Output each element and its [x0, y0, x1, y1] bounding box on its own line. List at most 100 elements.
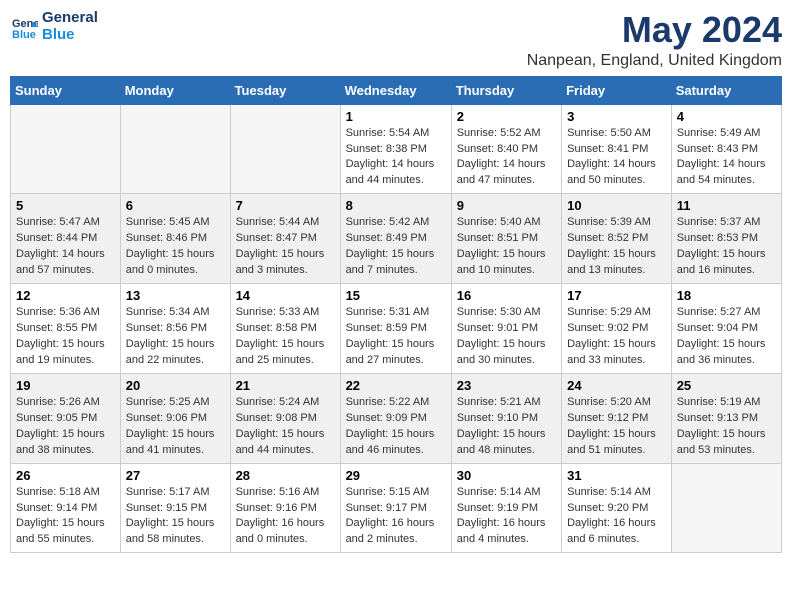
location-title: Nanpean, England, United Kingdom: [527, 52, 782, 70]
calendar-day-cell: 26 Sunrise: 5:18 AMSunset: 9:14 PMDayligh…: [11, 463, 121, 553]
calendar-day-cell: 5 Sunrise: 5:47 AMSunset: 8:44 PMDaylight…: [11, 194, 121, 284]
title-block: May 2024 Nanpean, England, United Kingdo…: [527, 10, 782, 70]
day-number: 15: [346, 288, 446, 303]
day-number: 26: [16, 468, 115, 483]
calendar-day-cell: 24 Sunrise: 5:20 AMSunset: 9:12 PMDayligh…: [562, 373, 672, 463]
day-number: 5: [16, 198, 115, 213]
calendar-day-cell: 27Sunrise: 5:17 AMSunset: 9:15 PMDayligh…: [120, 463, 230, 553]
day-number: 25: [677, 378, 776, 393]
day-info: Sunrise: 5:54 AMSunset: 8:38 PMDaylight:…: [346, 126, 446, 190]
day-of-week-saturday: Saturday: [671, 76, 781, 104]
day-number: 17: [567, 288, 666, 303]
day-of-week-wednesday: Wednesday: [340, 76, 451, 104]
day-info: Sunrise: 5:14 AMSunset: 9:20 PMDaylight:…: [567, 485, 666, 549]
calendar-day-cell: 7Sunrise: 5:44 AMSunset: 8:47 PMDaylight…: [230, 194, 340, 284]
day-number: 14: [236, 288, 335, 303]
calendar-day-cell: 11 Sunrise: 5:37 AMSunset: 8:53 PMDayligh…: [671, 194, 781, 284]
calendar-day-cell: 28 Sunrise: 5:16 AMSunset: 9:16 PMDayligh…: [230, 463, 340, 553]
day-info: Sunrise: 5:14 AMSunset: 9:19 PMDaylight:…: [457, 485, 556, 549]
calendar-header-row: SundayMondayTuesdayWednesdayThursdayFrid…: [11, 76, 782, 104]
calendar-day-cell: 6Sunrise: 5:45 AMSunset: 8:46 PMDaylight…: [120, 194, 230, 284]
logo-icon: General Blue: [10, 13, 38, 41]
day-info: Sunrise: 5:20 AMSunset: 9:12 PMDaylight:…: [567, 395, 666, 459]
page-header: General Blue General Blue May 2024 Nanpe…: [10, 10, 782, 70]
day-info: Sunrise: 5:52 AMSunset: 8:40 PMDaylight:…: [457, 126, 556, 190]
day-number: 27: [126, 468, 225, 483]
calendar-week-row: 5 Sunrise: 5:47 AMSunset: 8:44 PMDaylight…: [11, 194, 782, 284]
calendar-day-cell: 19Sunrise: 5:26 AMSunset: 9:05 PMDayligh…: [11, 373, 121, 463]
calendar-day-cell: 3 Sunrise: 5:50 AMSunset: 8:41 PMDaylight…: [562, 104, 672, 194]
day-number: 11: [677, 198, 776, 213]
day-number: 3: [567, 109, 666, 124]
month-year-title: May 2024: [527, 10, 782, 50]
calendar-day-cell: 13Sunrise: 5:34 AMSunset: 8:56 PMDayligh…: [120, 284, 230, 374]
day-info: Sunrise: 5:50 AMSunset: 8:41 PMDaylight:…: [567, 126, 666, 190]
calendar-week-row: 12 Sunrise: 5:36 AMSunset: 8:55 PMDayligh…: [11, 284, 782, 374]
calendar-day-cell: 16 Sunrise: 5:30 AMSunset: 9:01 PMDayligh…: [451, 284, 561, 374]
day-number: 18: [677, 288, 776, 303]
calendar-day-cell: [11, 104, 121, 194]
day-number: 12: [16, 288, 115, 303]
calendar-week-row: 1 Sunrise: 5:54 AMSunset: 8:38 PMDaylight…: [11, 104, 782, 194]
day-number: 29: [346, 468, 446, 483]
day-info: Sunrise: 5:34 AMSunset: 8:56 PMDaylight:…: [126, 305, 225, 369]
calendar-day-cell: [230, 104, 340, 194]
calendar-day-cell: [671, 463, 781, 553]
calendar-day-cell: 4Sunrise: 5:49 AMSunset: 8:43 PMDaylight…: [671, 104, 781, 194]
calendar-day-cell: 8Sunrise: 5:42 AMSunset: 8:49 PMDaylight…: [340, 194, 451, 284]
day-info: Sunrise: 5:16 AMSunset: 9:16 PMDaylight:…: [236, 485, 335, 549]
svg-text:Blue: Blue: [12, 29, 36, 41]
calendar-week-row: 26 Sunrise: 5:18 AMSunset: 9:14 PMDayligh…: [11, 463, 782, 553]
calendar-day-cell: 21 Sunrise: 5:24 AMSunset: 9:08 PMDayligh…: [230, 373, 340, 463]
logo: General Blue General Blue: [10, 10, 98, 43]
day-info: Sunrise: 5:27 AMSunset: 9:04 PMDaylight:…: [677, 305, 776, 369]
day-info: Sunrise: 5:42 AMSunset: 8:49 PMDaylight:…: [346, 215, 446, 279]
day-info: Sunrise: 5:30 AMSunset: 9:01 PMDaylight:…: [457, 305, 556, 369]
day-info: Sunrise: 5:37 AMSunset: 8:53 PMDaylight:…: [677, 215, 776, 279]
calendar-day-cell: 1 Sunrise: 5:54 AMSunset: 8:38 PMDaylight…: [340, 104, 451, 194]
day-number: 22: [346, 378, 446, 393]
day-number: 30: [457, 468, 556, 483]
calendar-day-cell: 17 Sunrise: 5:29 AMSunset: 9:02 PMDayligh…: [562, 284, 672, 374]
calendar-day-cell: 23Sunrise: 5:21 AMSunset: 9:10 PMDayligh…: [451, 373, 561, 463]
day-info: Sunrise: 5:29 AMSunset: 9:02 PMDaylight:…: [567, 305, 666, 369]
day-number: 19: [16, 378, 115, 393]
day-of-week-tuesday: Tuesday: [230, 76, 340, 104]
day-info: Sunrise: 5:45 AMSunset: 8:46 PMDaylight:…: [126, 215, 225, 279]
day-info: Sunrise: 5:15 AMSunset: 9:17 PMDaylight:…: [346, 485, 446, 549]
day-number: 2: [457, 109, 556, 124]
calendar-day-cell: 2 Sunrise: 5:52 AMSunset: 8:40 PMDaylight…: [451, 104, 561, 194]
day-of-week-friday: Friday: [562, 76, 672, 104]
calendar-day-cell: 14 Sunrise: 5:33 AMSunset: 8:58 PMDayligh…: [230, 284, 340, 374]
calendar-table: SundayMondayTuesdayWednesdayThursdayFrid…: [10, 76, 782, 554]
calendar-day-cell: 22 Sunrise: 5:22 AMSunset: 9:09 PMDayligh…: [340, 373, 451, 463]
day-info: Sunrise: 5:18 AMSunset: 9:14 PMDaylight:…: [16, 485, 115, 549]
day-info: Sunrise: 5:31 AMSunset: 8:59 PMDaylight:…: [346, 305, 446, 369]
calendar-day-cell: 12 Sunrise: 5:36 AMSunset: 8:55 PMDayligh…: [11, 284, 121, 374]
day-info: Sunrise: 5:33 AMSunset: 8:58 PMDaylight:…: [236, 305, 335, 369]
day-number: 16: [457, 288, 556, 303]
day-info: Sunrise: 5:25 AMSunset: 9:06 PMDaylight:…: [126, 395, 225, 459]
day-info: Sunrise: 5:24 AMSunset: 9:08 PMDaylight:…: [236, 395, 335, 459]
day-of-week-sunday: Sunday: [11, 76, 121, 104]
day-number: 21: [236, 378, 335, 393]
day-info: Sunrise: 5:49 AMSunset: 8:43 PMDaylight:…: [677, 126, 776, 190]
day-of-week-thursday: Thursday: [451, 76, 561, 104]
day-number: 28: [236, 468, 335, 483]
day-number: 20: [126, 378, 225, 393]
day-info: Sunrise: 5:19 AMSunset: 9:13 PMDaylight:…: [677, 395, 776, 459]
calendar-day-cell: 30 Sunrise: 5:14 AMSunset: 9:19 PMDayligh…: [451, 463, 561, 553]
logo-blue: Blue: [42, 27, 98, 44]
day-info: Sunrise: 5:47 AMSunset: 8:44 PMDaylight:…: [16, 215, 115, 279]
calendar-day-cell: 15 Sunrise: 5:31 AMSunset: 8:59 PMDayligh…: [340, 284, 451, 374]
day-info: Sunrise: 5:36 AMSunset: 8:55 PMDaylight:…: [16, 305, 115, 369]
day-number: 9: [457, 198, 556, 213]
day-number: 24: [567, 378, 666, 393]
day-number: 10: [567, 198, 666, 213]
calendar-week-row: 19Sunrise: 5:26 AMSunset: 9:05 PMDayligh…: [11, 373, 782, 463]
calendar-day-cell: [120, 104, 230, 194]
day-info: Sunrise: 5:22 AMSunset: 9:09 PMDaylight:…: [346, 395, 446, 459]
day-number: 1: [346, 109, 446, 124]
day-number: 7: [236, 198, 335, 213]
calendar-day-cell: 20 Sunrise: 5:25 AMSunset: 9:06 PMDayligh…: [120, 373, 230, 463]
